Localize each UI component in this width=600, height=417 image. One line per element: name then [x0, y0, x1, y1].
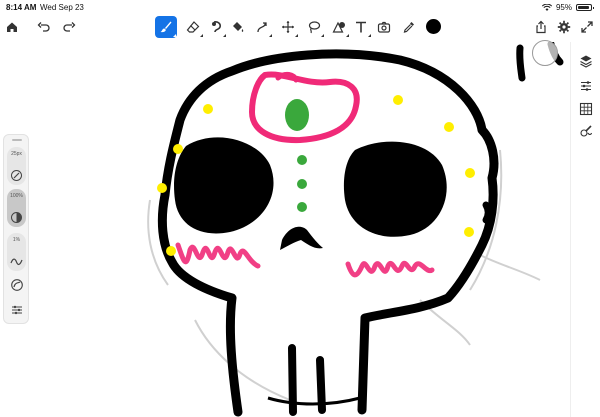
redo-button[interactable]	[58, 16, 80, 38]
tool-options-indicator	[295, 34, 298, 37]
tool-options-indicator	[368, 34, 371, 37]
brush-library-icon[interactable]	[10, 278, 24, 292]
tool-options-indicator	[200, 34, 203, 37]
brush-size-label: 25px	[11, 151, 22, 157]
lasso-tool-button[interactable]	[303, 16, 325, 38]
battery-icon	[576, 4, 594, 11]
brush-tool-icon	[160, 21, 172, 33]
share-icon	[536, 20, 546, 34]
panel-grip-handle[interactable]	[12, 139, 22, 141]
home-icon	[7, 22, 17, 32]
brush-cursor-ring	[532, 40, 558, 66]
battery-percent: 95%	[555, 3, 572, 12]
brush-library-icon[interactable]	[579, 124, 593, 138]
eraser-tool-button[interactable]	[182, 16, 204, 38]
brush-settings-panel: 25px 100% 1%	[3, 134, 29, 324]
transform-tool-button[interactable]	[277, 16, 299, 38]
tool-options-indicator	[269, 34, 272, 37]
fill-tool-button[interactable]	[227, 16, 249, 38]
layer-properties-icon[interactable]	[579, 79, 593, 93]
status-time: 8:14 AM	[6, 3, 37, 12]
undo-icon	[37, 22, 50, 32]
layers-icon[interactable]	[579, 54, 593, 68]
fill-tool-icon	[233, 22, 244, 32]
status-bar: 8:14 AM Wed Sep 23 95%	[0, 0, 600, 14]
brush-smoothing-slider[interactable]: 1%	[7, 233, 26, 271]
shape-tool-button[interactable]	[328, 16, 350, 38]
fullscreen-button[interactable]	[576, 16, 598, 38]
brush-size-slider[interactable]: 25px	[7, 147, 26, 185]
wifi-icon	[541, 3, 552, 11]
share-button[interactable]	[530, 16, 552, 38]
brush-size-icon	[11, 170, 22, 181]
tool-options-indicator	[346, 34, 349, 37]
status-right: 95%	[541, 3, 594, 12]
grid-icon[interactable]	[579, 102, 593, 116]
shape-tool-icon	[332, 21, 345, 33]
text-tool-icon	[356, 21, 366, 33]
eyedropper-tool-button[interactable]	[398, 16, 420, 38]
image-tool-icon	[377, 21, 391, 33]
settings-gear-icon	[557, 20, 571, 34]
brush-settings-sliders-icon[interactable]	[10, 303, 24, 317]
lasso-tool-icon	[308, 21, 321, 34]
tool-options-indicator	[173, 34, 176, 37]
eraser-tool-icon	[186, 21, 200, 33]
redo-icon	[63, 22, 76, 32]
smudge-tool-icon	[212, 21, 221, 33]
brush-opacity-label: 100%	[10, 193, 23, 199]
text-tool-button[interactable]	[350, 16, 372, 38]
undo-button[interactable]	[33, 16, 55, 38]
status-date: Wed Sep 23	[40, 3, 84, 12]
brush-tool-button[interactable]	[155, 16, 177, 38]
liquify-tool-button[interactable]	[251, 16, 273, 38]
home-button[interactable]	[1, 16, 23, 38]
smoothing-wave-icon	[10, 258, 23, 266]
transform-tool-icon	[282, 21, 294, 33]
image-tool-button[interactable]	[373, 16, 395, 38]
drawing-app: 8:14 AM Wed Sep 23 95% 25px 100% 1%	[0, 0, 600, 417]
eyedropper-tool-icon	[403, 22, 414, 33]
liquify-tool-icon	[257, 22, 267, 33]
top-toolbar	[0, 14, 600, 42]
right-panel-rail	[570, 42, 600, 417]
tool-options-indicator	[223, 34, 226, 37]
artwork-sugar-skull	[147, 42, 564, 417]
settings-button[interactable]	[553, 16, 575, 38]
drawing-canvas[interactable]	[0, 42, 600, 417]
tool-options-indicator	[321, 34, 324, 37]
smudge-tool-button[interactable]	[205, 16, 227, 38]
fullscreen-icon	[581, 21, 593, 33]
brush-opacity-slider[interactable]: 100%	[7, 189, 26, 227]
current-color-swatch[interactable]	[426, 19, 441, 34]
brush-smoothing-label: 1%	[12, 237, 21, 243]
opacity-icon	[11, 212, 22, 223]
